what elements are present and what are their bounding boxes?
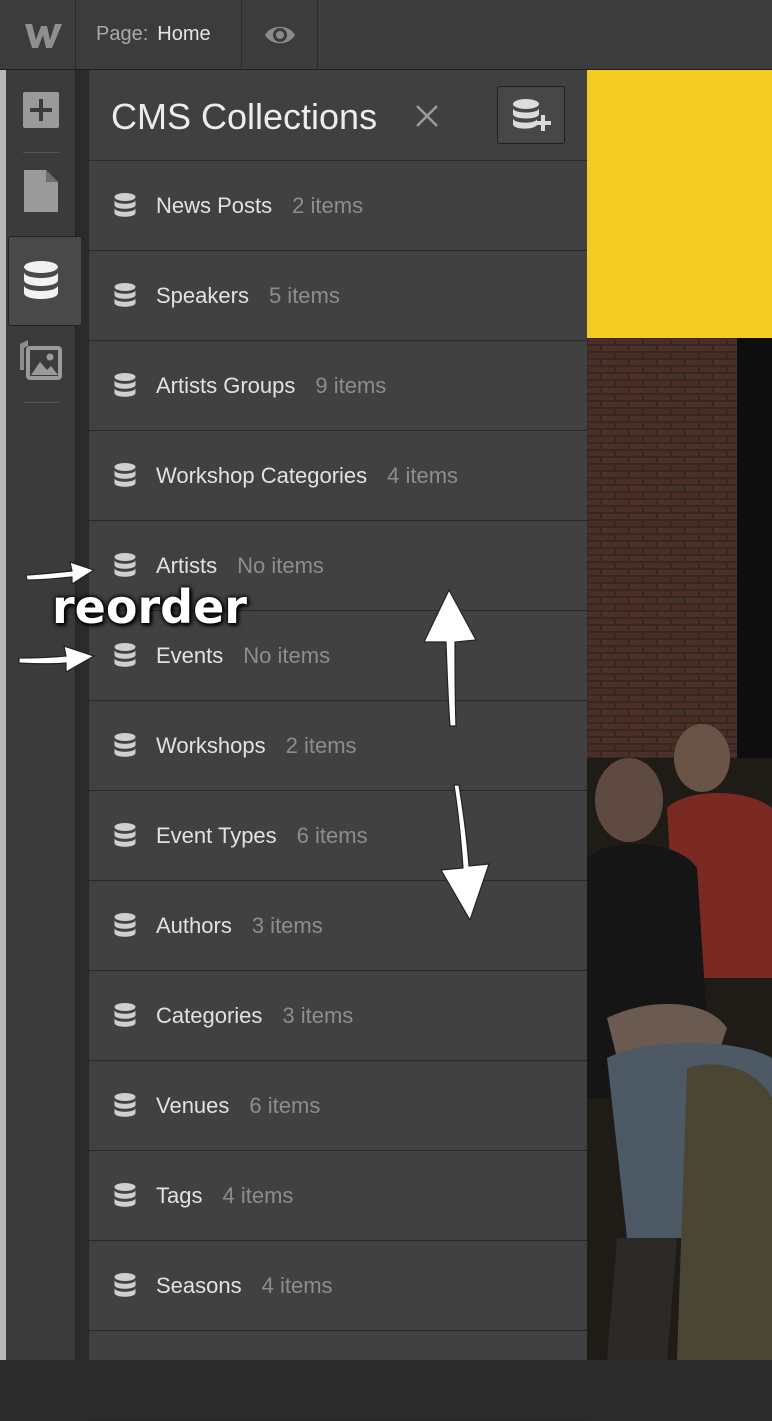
reorder-annotation: reorder xyxy=(52,580,247,634)
pointer-arrow-icon xyxy=(18,645,96,674)
down-arrow-icon xyxy=(440,784,490,922)
up-arrow-icon xyxy=(423,588,477,727)
annotation-overlay xyxy=(18,561,490,922)
